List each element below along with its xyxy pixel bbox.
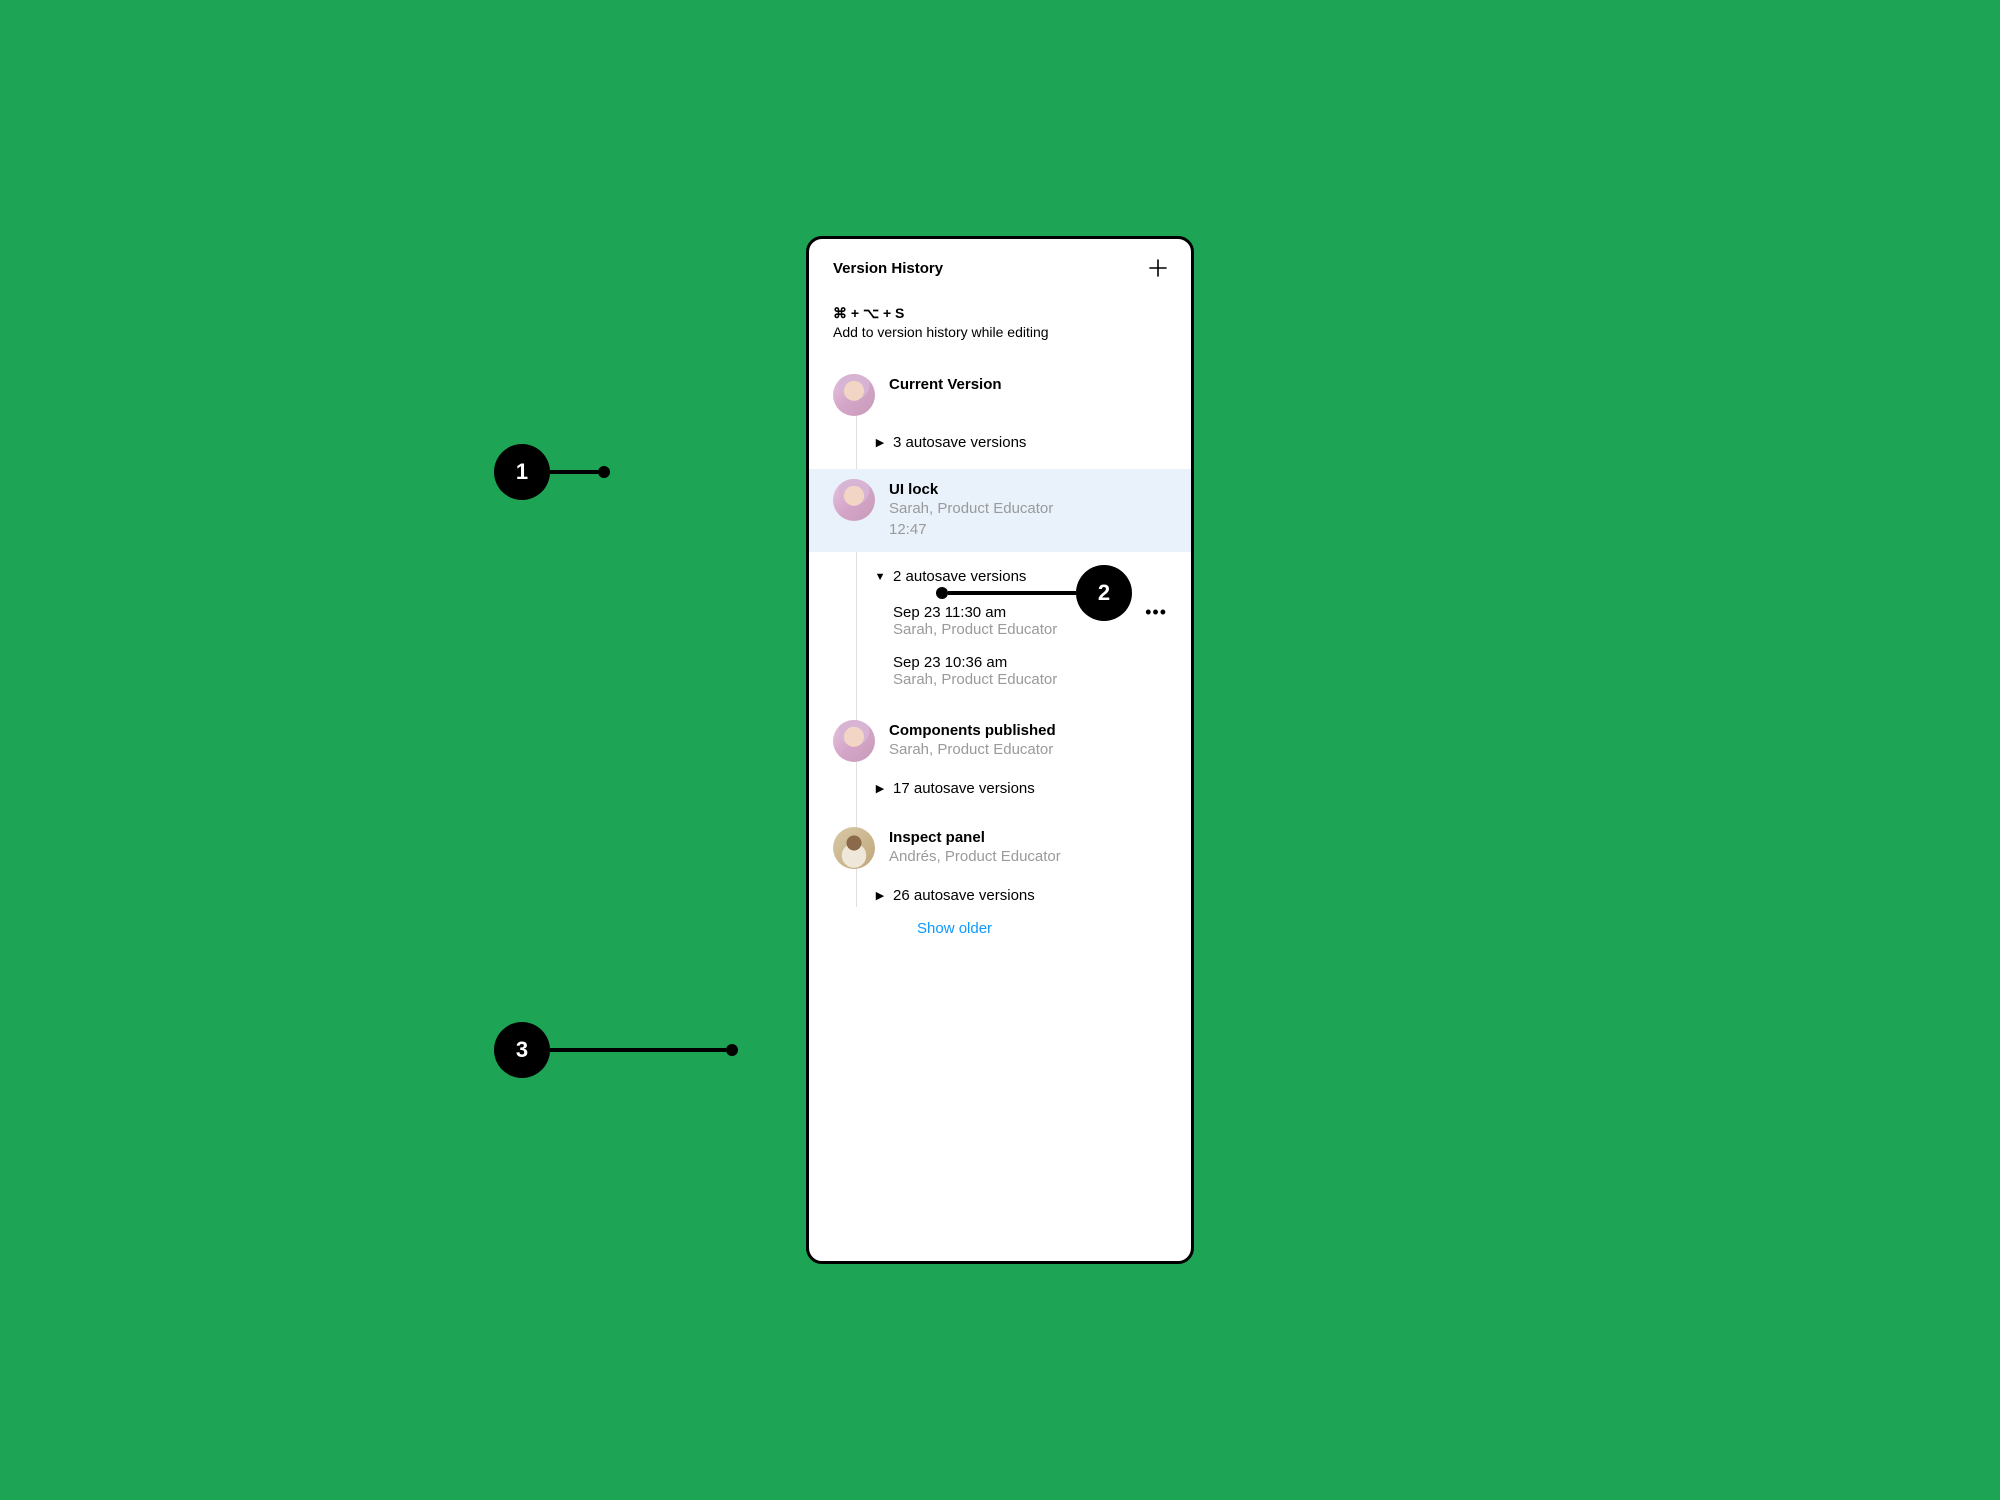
autosave-toggle-components[interactable]: ▶ 17 autosave versions <box>809 774 1191 803</box>
panel-title: Version History <box>833 260 943 277</box>
version-time: 12:47 <box>889 519 1167 540</box>
add-version-button[interactable] <box>1149 259 1167 277</box>
chevron-right-icon: ▶ <box>875 436 885 449</box>
autosave-author: Sarah, Product Educator <box>893 671 1167 688</box>
callout-badge: 2 <box>1076 565 1132 621</box>
callout-dot <box>726 1044 738 1056</box>
keyboard-shortcut: ⌘ + ⌥ + S <box>809 295 1191 322</box>
callout-line <box>550 470 598 474</box>
version-title: Inspect panel <box>889 829 1167 846</box>
callout-line <box>948 591 1076 595</box>
autosave-count: 17 autosave versions <box>893 780 1035 797</box>
version-body: Current Version <box>889 374 1167 393</box>
avatar <box>833 720 875 762</box>
panel-header: Version History <box>809 259 1191 295</box>
callout-badge: 3 <box>494 1022 550 1078</box>
callout-badge: 1 <box>494 444 550 500</box>
avatar <box>833 827 875 869</box>
avatar <box>833 479 875 521</box>
version-current[interactable]: Current Version <box>809 364 1191 428</box>
annotation-callout-2: 2 <box>936 565 1132 621</box>
version-inspect-panel[interactable]: Inspect panel Andrés, Product Educator <box>809 817 1191 881</box>
show-older-link[interactable]: Show older <box>809 910 1191 947</box>
more-icon[interactable]: ••• <box>1145 603 1167 621</box>
chevron-down-icon: ▼ <box>875 571 885 583</box>
annotation-callout-1: 1 <box>494 444 610 500</box>
version-body: Inspect panel Andrés, Product Educator <box>889 827 1167 867</box>
autosave-count: 3 autosave versions <box>893 434 1026 451</box>
autosave-time: Sep 23 10:36 am <box>893 654 1007 671</box>
chevron-right-icon: ▶ <box>875 889 885 902</box>
chevron-right-icon: ▶ <box>875 782 885 795</box>
version-author: Andrés, Product Educator <box>889 846 1167 867</box>
annotation-callout-3: 3 <box>494 1022 738 1078</box>
version-author: Sarah, Product Educator <box>889 498 1167 519</box>
callout-dot <box>598 466 610 478</box>
callout-line <box>550 1048 726 1052</box>
version-ui-lock[interactable]: UI lock Sarah, Product Educator 12:47 <box>809 469 1191 552</box>
keyboard-shortcut-description: Add to version history while editing <box>809 322 1191 364</box>
autosave-count: 26 autosave versions <box>893 887 1035 904</box>
version-body: UI lock Sarah, Product Educator 12:47 <box>889 479 1167 540</box>
version-body: Components published Sarah, Product Educ… <box>889 720 1167 760</box>
version-title: UI lock <box>889 481 1167 498</box>
version-components-published[interactable]: Components published Sarah, Product Educ… <box>809 710 1191 774</box>
callout-dot <box>936 587 948 599</box>
version-title: Components published <box>889 722 1167 739</box>
avatar <box>833 374 875 416</box>
version-author: Sarah, Product Educator <box>889 739 1167 760</box>
autosave-author: Sarah, Product Educator <box>893 621 1167 638</box>
version-title: Current Version <box>889 376 1167 393</box>
version-timeline: Current Version ▶ 3 autosave versions UI… <box>809 364 1191 947</box>
version-history-panel: Version History ⌘ + ⌥ + S Add to version… <box>806 236 1194 1264</box>
autosave-entry[interactable]: Sep 23 10:36 am Sarah, Product Educator <box>809 646 1191 696</box>
autosave-toggle-current[interactable]: ▶ 3 autosave versions <box>809 428 1191 457</box>
autosave-toggle-inspect[interactable]: ▶ 26 autosave versions <box>809 881 1191 910</box>
